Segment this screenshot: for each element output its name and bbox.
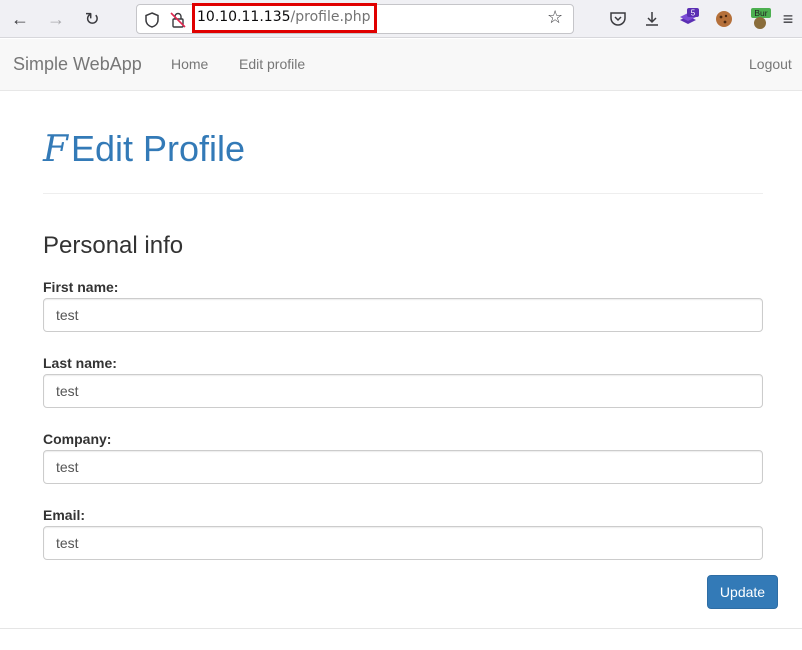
- bookmark-star-icon[interactable]: ☆: [547, 7, 563, 28]
- back-button[interactable]: ←: [8, 7, 32, 31]
- url-path: /profile.php: [290, 9, 371, 25]
- url-host: 10.10.11.135: [197, 9, 291, 25]
- title-divider: [43, 193, 763, 194]
- broken-image-glyph: F: [43, 129, 68, 170]
- footer-divider: [0, 628, 802, 629]
- page-title-text: Edit Profile: [70, 128, 246, 169]
- page-title: FEdit Profile: [43, 128, 245, 170]
- insecure-lock-icon[interactable]: [169, 11, 187, 29]
- burp-label: Bur: [754, 8, 767, 18]
- extension-layers-icon[interactable]: 5: [677, 8, 699, 30]
- logout-link[interactable]: Logout: [749, 56, 792, 72]
- first-name-label: First name:: [43, 279, 119, 295]
- forward-button[interactable]: →: [44, 7, 68, 31]
- burp-proxy-icon[interactable]: Bur: [749, 8, 771, 30]
- nav-link-edit-profile[interactable]: Edit profile: [239, 56, 305, 72]
- last-name-label: Last name:: [43, 355, 117, 371]
- menu-hamburger-icon[interactable]: ≡: [776, 7, 800, 31]
- company-label: Company:: [43, 431, 112, 447]
- browser-toolbar: ← → ↻ ☆ 10.10.11.135/profile.php 5 Bur ≡: [0, 0, 802, 38]
- nav-link-home[interactable]: Home: [171, 56, 208, 72]
- shield-icon[interactable]: [143, 11, 161, 29]
- email-input[interactable]: [43, 526, 763, 560]
- email-label: Email:: [43, 507, 86, 523]
- cookie-icon[interactable]: [713, 8, 735, 30]
- section-title-personal-info: Personal info: [43, 232, 184, 259]
- url-text[interactable]: 10.10.11.135/profile.php: [197, 9, 371, 25]
- download-icon[interactable]: [641, 8, 663, 30]
- navbar-brand[interactable]: Simple WebApp: [13, 54, 142, 75]
- app-navbar: Simple WebApp Home Edit profile Logout: [0, 39, 802, 91]
- first-name-input[interactable]: [43, 298, 763, 332]
- company-input[interactable]: [43, 450, 763, 484]
- extension-badge-count: 5: [691, 9, 696, 18]
- update-button[interactable]: Update: [707, 575, 778, 609]
- last-name-input[interactable]: [43, 374, 763, 408]
- pocket-icon[interactable]: [607, 8, 629, 30]
- reload-button[interactable]: ↻: [80, 7, 104, 31]
